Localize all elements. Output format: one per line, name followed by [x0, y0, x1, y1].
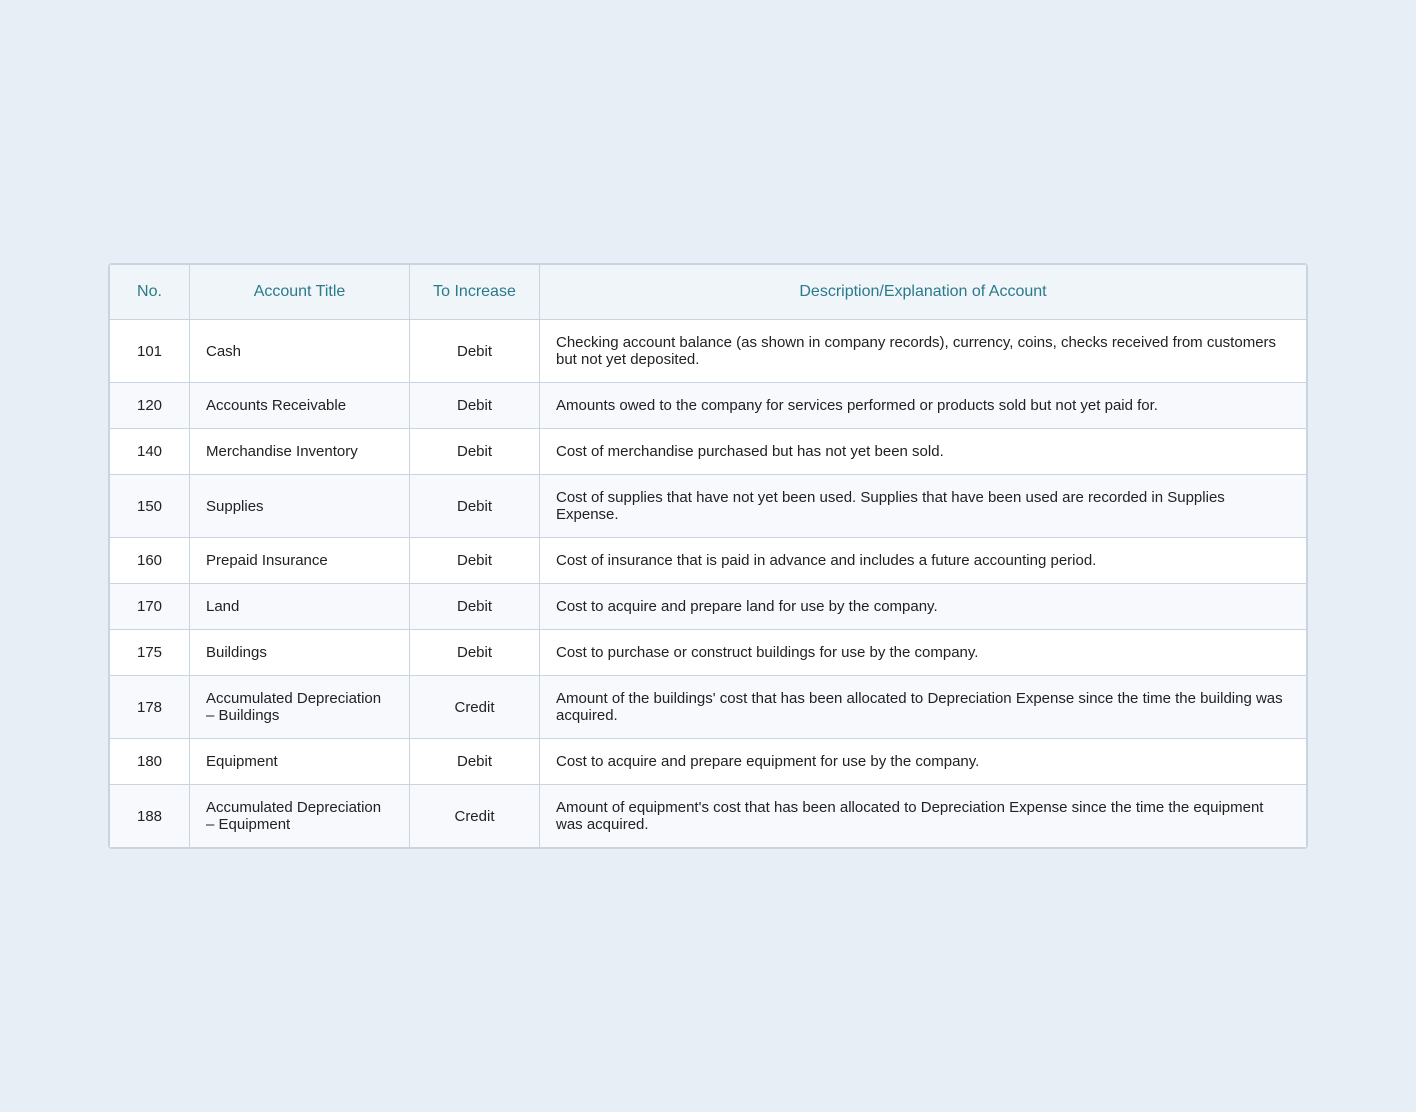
cell-to-increase: Debit	[410, 320, 540, 383]
table-header-row: No. Account Title To Increase Descriptio…	[110, 265, 1307, 320]
cell-account-title: Supplies	[190, 475, 410, 538]
cell-no: 150	[110, 475, 190, 538]
cell-to-increase: Debit	[410, 584, 540, 630]
cell-description: Amount of equipment's cost that has been…	[540, 785, 1307, 848]
table-row: 160Prepaid InsuranceDebitCost of insuran…	[110, 538, 1307, 584]
cell-no: 188	[110, 785, 190, 848]
cell-description: Checking account balance (as shown in co…	[540, 320, 1307, 383]
cell-account-title: Equipment	[190, 739, 410, 785]
cell-no: 140	[110, 429, 190, 475]
table-row: 140Merchandise InventoryDebitCost of mer…	[110, 429, 1307, 475]
cell-account-title: Land	[190, 584, 410, 630]
table-row: 101CashDebitChecking account balance (as…	[110, 320, 1307, 383]
table-row: 188Accumulated Depreciation – EquipmentC…	[110, 785, 1307, 848]
cell-account-title: Accumulated Depreciation – Equipment	[190, 785, 410, 848]
cell-no: 160	[110, 538, 190, 584]
cell-no: 180	[110, 739, 190, 785]
header-no: No.	[110, 265, 190, 320]
cell-description: Amounts owed to the company for services…	[540, 383, 1307, 429]
table-row: 150SuppliesDebitCost of supplies that ha…	[110, 475, 1307, 538]
table-row: 120Accounts ReceivableDebitAmounts owed …	[110, 383, 1307, 429]
cell-account-title: Cash	[190, 320, 410, 383]
table-row: 175BuildingsDebitCost to purchase or con…	[110, 630, 1307, 676]
cell-description: Cost to acquire and prepare land for use…	[540, 584, 1307, 630]
cell-to-increase: Debit	[410, 475, 540, 538]
cell-to-increase: Debit	[410, 429, 540, 475]
header-description: Description/Explanation of Account	[540, 265, 1307, 320]
cell-description: Cost of insurance that is paid in advanc…	[540, 538, 1307, 584]
cell-account-title: Accumulated Depreciation – Buildings	[190, 676, 410, 739]
cell-to-increase: Credit	[410, 785, 540, 848]
cell-no: 178	[110, 676, 190, 739]
cell-to-increase: Debit	[410, 739, 540, 785]
cell-no: 101	[110, 320, 190, 383]
table-row: 170LandDebitCost to acquire and prepare …	[110, 584, 1307, 630]
cell-to-increase: Credit	[410, 676, 540, 739]
header-account-title: Account Title	[190, 265, 410, 320]
cell-description: Cost of supplies that have not yet been …	[540, 475, 1307, 538]
table-row: 178Accumulated Depreciation – BuildingsC…	[110, 676, 1307, 739]
cell-description: Cost to purchase or construct buildings …	[540, 630, 1307, 676]
cell-account-title: Buildings	[190, 630, 410, 676]
accounting-table: No. Account Title To Increase Descriptio…	[108, 263, 1308, 849]
cell-to-increase: Debit	[410, 383, 540, 429]
cell-to-increase: Debit	[410, 538, 540, 584]
cell-account-title: Prepaid Insurance	[190, 538, 410, 584]
cell-description: Cost to acquire and prepare equipment fo…	[540, 739, 1307, 785]
table-row: 180EquipmentDebitCost to acquire and pre…	[110, 739, 1307, 785]
header-to-increase: To Increase	[410, 265, 540, 320]
cell-no: 120	[110, 383, 190, 429]
cell-account-title: Merchandise Inventory	[190, 429, 410, 475]
cell-no: 170	[110, 584, 190, 630]
cell-to-increase: Debit	[410, 630, 540, 676]
cell-description: Amount of the buildings' cost that has b…	[540, 676, 1307, 739]
cell-description: Cost of merchandise purchased but has no…	[540, 429, 1307, 475]
cell-account-title: Accounts Receivable	[190, 383, 410, 429]
cell-no: 175	[110, 630, 190, 676]
